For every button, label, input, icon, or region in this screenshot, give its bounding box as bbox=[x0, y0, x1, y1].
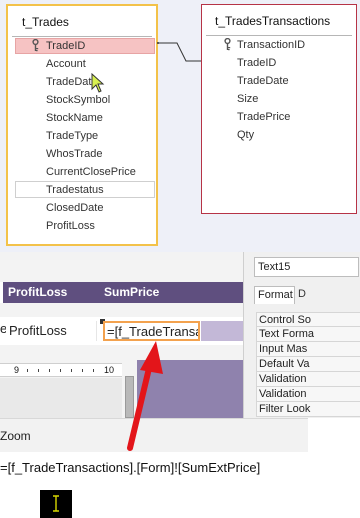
field-stocksymbol[interactable]: StockSymbol bbox=[46, 94, 110, 106]
design-gray-area bbox=[0, 378, 122, 418]
field-profitloss[interactable]: ProfitLoss bbox=[46, 220, 95, 232]
text-cursor-icon bbox=[40, 490, 72, 518]
ruler-tick bbox=[38, 369, 39, 372]
form-header-band: ProfitLoss SumPrice bbox=[0, 282, 243, 303]
field-whostrade[interactable]: WhosTrade bbox=[46, 148, 102, 160]
prop-default-value[interactable]: Default Va bbox=[256, 357, 360, 372]
primary-key-icon bbox=[224, 38, 231, 51]
ruler-tick bbox=[49, 369, 50, 372]
field-currentcloseprice[interactable]: CurrentClosePrice bbox=[46, 166, 136, 178]
detail-section: e ProfitLoss =[f_TradeTransactions].[For… bbox=[0, 317, 243, 345]
field-tradedate[interactable]: TradeDate bbox=[237, 75, 289, 87]
zoom-title: Zoom bbox=[0, 429, 31, 443]
ruler-number: 9 bbox=[14, 365, 20, 375]
textbox-sumprice[interactable]: =[f_TradeTransactions].[Form]![SumExtPri… bbox=[103, 321, 200, 341]
ruler-tick bbox=[71, 369, 72, 372]
selection-type-dropdown[interactable]: Text15 bbox=[254, 257, 359, 277]
design-surface: ProfitLoss SumPrice e ProfitLoss =[f_Tra… bbox=[0, 252, 243, 418]
table-t-trades[interactable]: t_Trades TradeID Account TradeDate Stock… bbox=[6, 4, 158, 246]
ruler-tick bbox=[82, 369, 83, 372]
prop-text-format[interactable]: Text Forma bbox=[256, 327, 360, 342]
header-label-profitloss[interactable]: ProfitLoss bbox=[8, 285, 67, 299]
prop-validation-text[interactable]: Validation bbox=[256, 387, 360, 402]
prop-validation-rule[interactable]: Validation bbox=[256, 372, 360, 387]
prop-filter-lookup[interactable]: Filter Look bbox=[256, 402, 360, 417]
zoom-expression-text[interactable]: =[f_TradeTransactions].[Form]![SumExtPri… bbox=[0, 460, 260, 475]
ruler-tick bbox=[60, 369, 61, 372]
title-divider bbox=[12, 36, 152, 37]
relationships-canvas: t_Trades TradeID Account TradeDate Stock… bbox=[0, 0, 360, 252]
table-title: t_Trades bbox=[22, 15, 69, 29]
field-tradestatus[interactable]: Tradestatus bbox=[46, 184, 104, 196]
table-t-tradestransactions[interactable]: t_TradesTransactions TransactionID Trade… bbox=[201, 4, 357, 214]
control-fragment[interactable]: e bbox=[0, 321, 6, 341]
field-tradeid[interactable]: TradeID bbox=[237, 57, 276, 69]
zoom-dialog-titlebar: Zoom bbox=[0, 418, 308, 452]
empty-control bbox=[201, 321, 243, 341]
field-size[interactable]: Size bbox=[237, 93, 258, 105]
prop-input-mask[interactable]: Input Mas bbox=[256, 342, 360, 357]
text-cursor-glyph bbox=[53, 495, 59, 512]
scrollbar-thumb[interactable] bbox=[125, 376, 134, 418]
header-label-sumprice[interactable]: SumPrice bbox=[104, 285, 159, 299]
horizontal-ruler: 9 10 bbox=[0, 363, 122, 377]
primary-key-icon bbox=[32, 39, 39, 52]
ruler-tick bbox=[27, 369, 28, 372]
title-divider bbox=[206, 35, 352, 36]
table-title: t_TradesTransactions bbox=[215, 14, 331, 28]
field-tradeid[interactable]: TradeID bbox=[46, 40, 85, 52]
control-fragment-text: e bbox=[0, 321, 6, 336]
ruler-number: 10 bbox=[104, 365, 115, 375]
field-tradetype[interactable]: TradeType bbox=[46, 130, 98, 142]
tab-format[interactable]: Format bbox=[254, 286, 295, 304]
field-stockname[interactable]: StockName bbox=[46, 112, 103, 124]
form-designer: ProfitLoss SumPrice e ProfitLoss =[f_Tra… bbox=[0, 252, 360, 518]
field-account[interactable]: Account bbox=[46, 58, 86, 70]
field-qty[interactable]: Qty bbox=[237, 129, 254, 141]
mouse-pointer-icon bbox=[91, 73, 105, 93]
textbox-profitloss[interactable]: ProfitLoss bbox=[7, 321, 97, 341]
field-closeddate[interactable]: ClosedDate bbox=[46, 202, 103, 214]
header-separator bbox=[0, 282, 3, 303]
property-sheet: Text15 Format D Control So Text Forma In… bbox=[243, 252, 360, 418]
prop-control-source[interactable]: Control So bbox=[256, 312, 360, 327]
subform-area bbox=[137, 360, 243, 418]
ruler-tick bbox=[93, 369, 94, 372]
field-transactionid[interactable]: TransactionID bbox=[237, 39, 305, 51]
field-tradeprice[interactable]: TradePrice bbox=[237, 111, 290, 123]
field-tradedate[interactable]: TradeDate bbox=[46, 76, 98, 88]
tab-data[interactable]: D bbox=[295, 286, 307, 304]
